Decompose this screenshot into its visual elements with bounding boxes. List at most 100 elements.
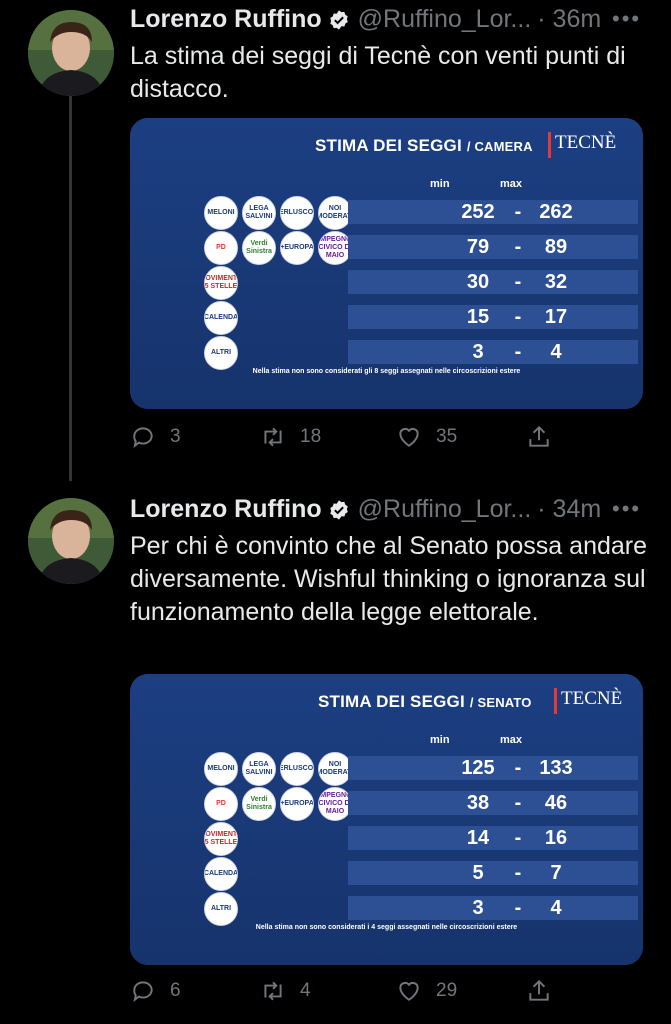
seat-min: 3 (472, 897, 484, 919)
tweet-actions: 6 4 29 (130, 978, 650, 1006)
party-logo: NOI MODERATI (318, 196, 352, 230)
verified-badge-icon (329, 499, 348, 520)
seat-max: 4 (550, 341, 562, 363)
party-logo: LEGA SALVINI (242, 196, 276, 230)
tecne-logo: TECNÈ (554, 688, 641, 714)
tweet-2[interactable]: Lorenzo Ruffino @Ruffino_Lor... · 34m ••… (0, 490, 671, 1024)
more-options-icon[interactable]: ••• (612, 6, 641, 32)
max-label: max (500, 734, 523, 746)
range-dash: - (514, 236, 522, 258)
like-button[interactable]: 29 (396, 978, 457, 1004)
party-logo: ALTRI (204, 336, 238, 370)
reply-button[interactable]: 3 (130, 424, 181, 450)
seat-max: 4 (550, 897, 562, 919)
max-label: max (500, 178, 523, 190)
range-dash: - (514, 271, 522, 293)
timestamp[interactable]: · 34m (537, 495, 601, 524)
seat-range-bar: 252 - 262 (348, 200, 638, 224)
party-logo: MOVIMENTO 5 STELLE (204, 822, 238, 856)
tweet-header: Lorenzo Ruffino @Ruffino_Lor... · 36m (130, 5, 601, 34)
retweet-button[interactable]: 4 (260, 978, 311, 1004)
seat-min: 38 (466, 792, 490, 814)
seat-min: 30 (466, 271, 490, 293)
party-logo: MELONI (204, 196, 238, 230)
seat-max: 7 (550, 862, 562, 884)
author-handle[interactable]: @Ruffino_Lor... (358, 5, 532, 34)
party-logo: BERLUSCONI (280, 196, 314, 230)
verified-badge-icon (329, 9, 348, 30)
seat-max: 262 (539, 201, 573, 223)
share-button[interactable] (526, 424, 566, 450)
tweet-actions: 3 18 35 (130, 424, 650, 452)
avatar[interactable] (28, 498, 114, 584)
seat-range-bar: 5 - 7 (348, 861, 638, 885)
reply-icon (133, 981, 153, 1002)
share-button[interactable] (526, 978, 566, 1004)
image-background (130, 674, 643, 965)
chart-footnote: Nella stima non sono considerati gli 8 s… (252, 368, 521, 375)
author-name[interactable]: Lorenzo Ruffino (130, 5, 322, 34)
retweet-button[interactable]: 18 (260, 424, 321, 450)
party-logo: LEGA SALVINI (242, 752, 276, 786)
tweet-image[interactable]: STIMA DEI SEGGI / SENATO TECNÈ min max M… (130, 674, 643, 965)
share-icon (529, 425, 549, 447)
share-icon (529, 979, 549, 1001)
seat-min: 79 (466, 236, 490, 258)
seat-range-bar: 14 - 16 (348, 826, 638, 850)
seat-range-bar: 15 - 17 (348, 305, 638, 329)
more-options-icon[interactable]: ••• (612, 496, 641, 522)
seat-max: 89 (544, 236, 568, 258)
range-dash: - (514, 862, 522, 884)
author-name[interactable]: Lorenzo Ruffino (130, 495, 322, 524)
retweet-count: 18 (300, 426, 322, 447)
seat-range-bar: 3 - 4 (348, 896, 638, 920)
seat-range-bar: 3 - 4 (348, 340, 638, 364)
party-logo: MOVIMENTO 5 STELLE (204, 266, 238, 300)
party-logo: BERLUSCONI (280, 752, 314, 786)
chart-title: STIMA DEI SEGGI / CAMERA (315, 136, 533, 155)
seat-max: 32 (544, 271, 568, 293)
seat-max: 46 (544, 792, 568, 814)
range-dash: - (514, 306, 522, 328)
chart-footnote: Nella stima non sono considerati i 4 seg… (255, 924, 518, 931)
seat-range-bar: 30 - 32 (348, 270, 638, 294)
seat-min: 14 (466, 827, 490, 849)
party-logo: +EUROPA (280, 787, 314, 821)
party-logo: CALENDA (204, 857, 238, 891)
range-dash: - (514, 897, 522, 919)
like-count: 35 (436, 426, 458, 447)
heart-icon (399, 427, 419, 447)
author-handle[interactable]: @Ruffino_Lor... (358, 495, 532, 524)
avatar[interactable] (28, 10, 114, 96)
tweet-text: Per chi è convinto che al Senato possa a… (130, 532, 648, 626)
seat-min: 125 (461, 757, 495, 779)
tweet-1[interactable]: Lorenzo Ruffino @Ruffino_Lor... · 36m ••… (0, 0, 671, 480)
seat-max: 17 (544, 306, 568, 328)
reply-count: 3 (170, 426, 181, 447)
timestamp[interactable]: · 36m (537, 5, 601, 34)
party-logo: CALENDA (204, 301, 238, 335)
reply-icon (133, 427, 153, 448)
seat-range-bar: 38 - 46 (348, 791, 638, 815)
avatar-photo (28, 10, 114, 96)
range-dash: - (514, 341, 522, 363)
party-logo: NOI MODERATI (318, 752, 352, 786)
tweet-image[interactable]: STIMA DEI SEGGI / CAMERA TECNÈ min max M… (130, 118, 643, 409)
party-logo: IMPEGNO CIVICO DI MAIO (318, 231, 352, 265)
party-logo: PD (204, 231, 238, 265)
heart-icon (399, 981, 419, 1001)
avatar-photo (28, 498, 114, 584)
reply-count: 6 (170, 980, 181, 1001)
retweet-count: 4 (300, 980, 311, 1001)
range-dash: - (514, 827, 522, 849)
like-button[interactable]: 35 (396, 424, 457, 450)
range-dash: - (514, 201, 522, 223)
min-label: min (430, 734, 450, 746)
reply-button[interactable]: 6 (130, 978, 181, 1004)
retweet-icon (264, 981, 282, 1001)
seat-min: 5 (472, 862, 484, 884)
image-background (130, 118, 643, 409)
seat-max: 16 (544, 827, 568, 849)
party-logo: IMPEGNO CIVICO DI MAIO (318, 787, 352, 821)
seat-range-bar: 79 - 89 (348, 235, 638, 259)
